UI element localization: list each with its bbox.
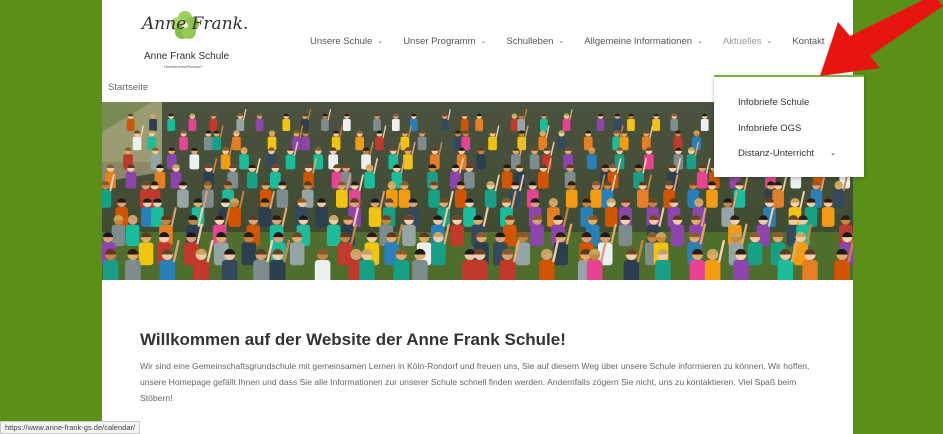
page-container: Anne Frank. Anne Frank Schule Hochkirche…	[102, 0, 853, 434]
red-arrow-annotation	[820, 0, 943, 76]
status-bar-url: https://www.anne-frank-gs.de/calendar/	[0, 421, 141, 434]
nav-item-label: Unsere Schule	[310, 35, 373, 47]
nav-item-schulleben[interactable]: Schulleben ⌄	[506, 36, 564, 47]
nav-item-allgemeine-informationen[interactable]: Allgemeine Informationen ⌄	[584, 36, 703, 47]
welcome-title: Willkommen auf der Website der Anne Fran…	[140, 330, 566, 349]
logo-signature: Anne Frank.	[142, 14, 249, 34]
chevron-down-icon: ⌄	[480, 38, 487, 45]
nav-item-label: Allgemeine Informationen	[584, 35, 693, 47]
welcome-section: Willkommen auf der Website der Anne Fran…	[140, 330, 820, 406]
dropdown-item-infobriefe-schule[interactable]: Infobriefe Schule	[738, 97, 809, 108]
breadcrumb[interactable]: Startseite	[108, 82, 148, 93]
dropdown-item-distanz-unterricht[interactable]: Distanz-Unterricht	[738, 148, 814, 159]
site-header: Anne Frank. Anne Frank Schule Hochkirche…	[102, 0, 853, 80]
aktuelles-dropdown-menu: Infobriefe Schule Infobriefe OGS Distanz…	[714, 75, 864, 177]
chevron-down-icon: ⌄	[697, 38, 703, 45]
nav-item-label: Aktuelles	[722, 35, 762, 47]
nav-item-label: Schulleben	[506, 35, 554, 47]
chevron-down-icon: ⌄	[766, 38, 773, 45]
main-navigation: Unsere Schule ⌄ Unser Programm ⌄ Schulle…	[310, 34, 825, 48]
chevron-down-icon: ⌄	[830, 150, 836, 157]
dropdown-item-infobriefe-ogs[interactable]: Infobriefe OGS	[738, 123, 801, 134]
nav-item-unser-programm[interactable]: Unser Programm ⌄	[403, 36, 486, 47]
chevron-down-icon: ⌄	[558, 38, 565, 45]
school-logo[interactable]: Anne Frank. Anne Frank Schule Hochkirche…	[142, 10, 248, 72]
nav-item-unsere-schule[interactable]: Unsere Schule ⌄	[310, 36, 383, 47]
logo-school-name: Anne Frank Schule	[144, 51, 230, 62]
chevron-down-icon: ⌄	[377, 38, 384, 45]
nav-item-label: Unser Programm	[403, 35, 476, 47]
nav-item-aktuelles[interactable]: Aktuelles ⌄	[723, 36, 772, 47]
welcome-text: Wir sind eine Gemeinschaftsgrundschule m…	[140, 361, 810, 403]
logo-subtitle: Hochkirchen/Rondorf	[164, 64, 202, 69]
